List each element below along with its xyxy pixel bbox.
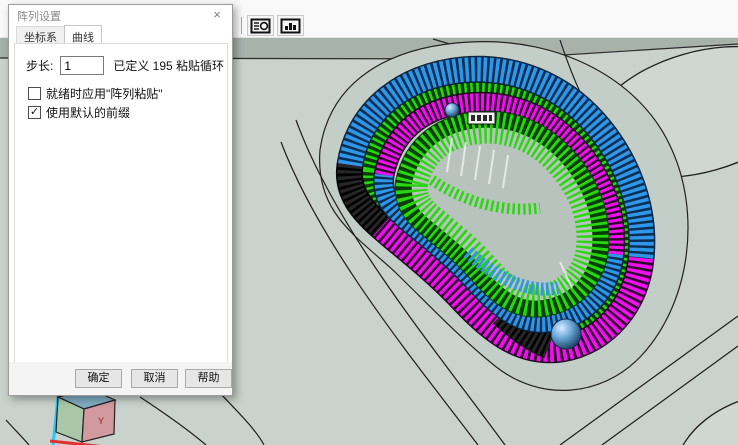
dialog-footer: 确定 取消 帮助 — [9, 362, 232, 395]
display-options-icon — [250, 18, 271, 34]
ok-button[interactable]: 确定 — [75, 369, 122, 388]
dialog-titlebar[interactable]: 阵列设置 × — [9, 5, 232, 26]
tab-coordinate-system[interactable]: 坐标系 — [16, 26, 65, 43]
step-input[interactable] — [60, 56, 104, 75]
curve-end-sphere[interactable] — [551, 319, 581, 349]
curve-tab-panel: 步长: 已定义 195 粘贴循环 就绪时应用"阵列粘贴" ✓ 使用默认的前缀 — [14, 43, 228, 363]
tab-curve[interactable]: 曲线 — [64, 25, 102, 43]
histogram-button[interactable] — [277, 15, 304, 36]
readout-label — [468, 112, 495, 124]
defined-loops-text: 已定义 195 粘贴循环 — [113, 57, 224, 74]
x-axis — [50, 441, 106, 445]
display-options-button[interactable] — [247, 15, 274, 36]
array-settings-dialog: 阵列设置 × 坐标系 曲线 步长: 已定义 195 粘贴循环 就绪时应用"阵列粘… — [8, 4, 233, 396]
help-button[interactable]: 帮助 — [185, 369, 232, 388]
apply-array-paste-checkbox[interactable] — [28, 87, 41, 100]
cancel-button[interactable]: 取消 — [131, 369, 178, 388]
dialog-tabs: 坐标系 曲线 — [16, 26, 101, 44]
y-axis-label: Y — [98, 416, 104, 426]
use-default-prefix-label: 使用默认的前缀 — [46, 104, 130, 121]
toolbar-separator — [241, 17, 242, 34]
apply-array-paste-label: 就绪时应用"阵列粘贴" — [46, 85, 163, 102]
close-icon[interactable]: × — [206, 5, 228, 25]
use-default-prefix-checkbox[interactable]: ✓ — [28, 106, 41, 119]
step-label: 步长: — [26, 57, 53, 74]
curve-start-sphere[interactable] — [445, 103, 459, 117]
dialog-title: 阵列设置 — [9, 8, 61, 24]
app-window: Y 阵列设置 × 坐标系 曲线 步长: 已定义 195 粘贴循环 就绪时应用"阵… — [0, 0, 738, 445]
histogram-icon — [280, 18, 301, 34]
